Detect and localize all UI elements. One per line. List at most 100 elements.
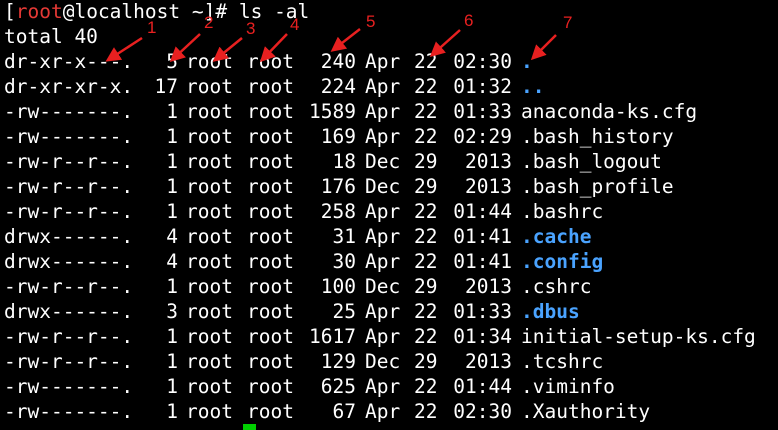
permissions: -rw-------. [4, 400, 134, 423]
permissions: -rw-r--r--. [4, 200, 134, 223]
month: Dec [365, 175, 401, 198]
owner: root [186, 225, 233, 248]
day: 29 [414, 275, 438, 298]
file-name: .. [521, 75, 545, 98]
owner: root [186, 250, 233, 273]
file-name: anaconda-ks.cfg [521, 100, 698, 123]
file-size: 176 [320, 175, 356, 198]
month: Dec [365, 150, 401, 173]
owner: root [186, 300, 233, 323]
prompt-open-bracket: [ [4, 0, 16, 23]
day: 29 [414, 175, 438, 198]
time: 01:33 [453, 100, 512, 123]
day: 22 [414, 225, 438, 248]
file-size: 18 [332, 150, 356, 173]
file-name: .cache [521, 225, 592, 248]
group: root [247, 275, 294, 298]
terminal-window[interactable]: [root@localhost ~]# ls -al total 40 dr-x… [0, 0, 778, 430]
time: 2013 [465, 275, 512, 298]
link-count: 4 [166, 225, 178, 248]
link-count: 3 [166, 300, 178, 323]
month: Apr [365, 300, 401, 323]
link-count: 1 [166, 200, 178, 223]
file-size: 31 [332, 225, 356, 248]
permissions: -rw-r--r--. [4, 150, 134, 173]
day: 22 [414, 300, 438, 323]
day: 22 [414, 375, 438, 398]
owner: root [186, 275, 233, 298]
permissions: dr-xr-x---. [4, 50, 134, 73]
file-name: .tcshrc [521, 350, 604, 373]
prompt-user: root [15, 0, 63, 23]
month: Dec [365, 275, 401, 298]
total-line: total 40 [4, 25, 98, 48]
time: 01:41 [453, 225, 512, 248]
link-count: 1 [166, 325, 178, 348]
group: root [247, 100, 294, 123]
command-text: ls -al [238, 0, 310, 23]
time: 02:29 [453, 125, 512, 148]
link-count: 5 [166, 50, 178, 73]
month: Apr [365, 100, 401, 123]
link-count: 1 [166, 275, 178, 298]
day: 22 [414, 50, 438, 73]
prompt-line: [root@localhost ~]# ls -al [4, 0, 309, 24]
file-name: .viminfo [521, 375, 615, 398]
file-size: 25 [332, 300, 356, 323]
annotation-number-5: 5 [366, 12, 375, 31]
group: root [247, 75, 294, 98]
permissions: -rw-r--r--. [4, 175, 134, 198]
group: root [247, 50, 294, 73]
permissions: drwx------. [4, 300, 134, 323]
time: 01:33 [453, 300, 512, 323]
prompt-close: ]# [203, 0, 239, 23]
day: 22 [414, 75, 438, 98]
time: 01:32 [453, 75, 512, 98]
day: 29 [414, 150, 438, 173]
permissions: drwx------. [4, 250, 134, 273]
month: Apr [365, 75, 401, 98]
permissions: -rw-------. [4, 125, 134, 148]
group: root [247, 200, 294, 223]
group: root [247, 150, 294, 173]
link-count: 17 [154, 75, 178, 98]
month: Apr [365, 400, 401, 423]
time: 02:30 [453, 400, 512, 423]
link-count: 1 [166, 375, 178, 398]
group: root [247, 250, 294, 273]
prompt-host: @localhost [62, 0, 192, 23]
file-size: 625 [320, 375, 356, 398]
time: 01:44 [453, 200, 512, 223]
time: 2013 [465, 150, 512, 173]
owner: root [186, 375, 233, 398]
file-name: .dbus [521, 300, 580, 323]
link-count: 1 [166, 125, 178, 148]
file-size: 258 [320, 200, 356, 223]
day: 22 [414, 400, 438, 423]
group: root [247, 325, 294, 348]
file-name: .cshrc [521, 275, 592, 298]
file-size: 129 [320, 350, 356, 373]
group: root [247, 125, 294, 148]
month: Dec [365, 350, 401, 373]
month: Apr [365, 50, 401, 73]
file-name: .Xauthority [521, 400, 651, 423]
group: root [247, 225, 294, 248]
owner: root [186, 125, 233, 148]
day: 22 [414, 250, 438, 273]
group: root [247, 350, 294, 373]
day: 22 [414, 125, 438, 148]
link-count: 1 [166, 100, 178, 123]
group: root [247, 300, 294, 323]
permissions: -rw-------. [4, 375, 134, 398]
permissions: drwx------. [4, 225, 134, 248]
owner: root [186, 200, 233, 223]
permissions: -rw-r--r--. [4, 350, 134, 373]
time: 01:41 [453, 250, 512, 273]
file-name: . [521, 50, 533, 73]
permissions: -rw-r--r--. [4, 325, 134, 348]
annotation-number-6: 6 [464, 11, 473, 30]
file-size: 100 [320, 275, 356, 298]
owner: root [186, 75, 233, 98]
month: Apr [365, 200, 401, 223]
